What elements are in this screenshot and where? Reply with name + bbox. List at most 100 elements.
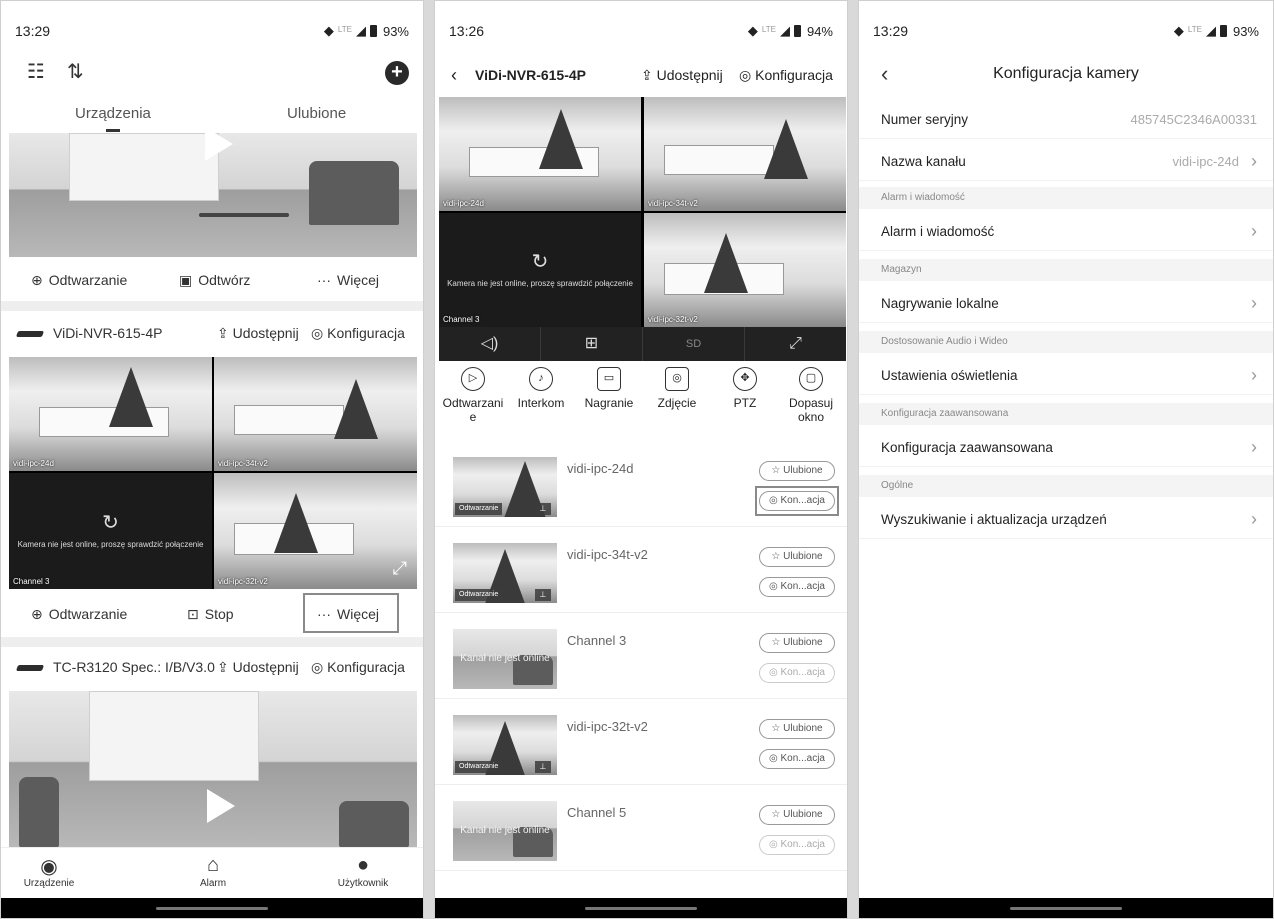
fn-fit-window[interactable]: ▢ Dopasuj okno (777, 367, 845, 424)
nav-user[interactable]: ● Użytkownik (323, 854, 403, 889)
playback-button[interactable]: ⊕ Odtwarzanie (31, 606, 127, 623)
fn-intercom[interactable]: ♪ Interkom (507, 367, 575, 410)
fn-playback[interactable]: ▷ Odtwarzani e (439, 367, 507, 424)
camera-actions: ⊕ Odtwarzanie ▣ Odtwórz ··· Więcej (1, 257, 423, 303)
camera-tile[interactable]: vidi-ipc-24d (9, 357, 212, 471)
play-icon[interactable] (207, 789, 235, 823)
device-update-row[interactable]: Wyszukiwanie i aktualizacja urządzeń › (859, 501, 1273, 539)
signal-icon: ◢ (355, 23, 366, 38)
function-bar: ▷ Odtwarzani e ♪ Interkom ▭ Nagranie ◎ Zdjęc… (435, 367, 847, 437)
section-header: Magazyn (859, 259, 1273, 281)
channel-thumbnail[interactable]: Kanał nie jest online (453, 801, 557, 861)
favorite-button[interactable]: ☆ Ulubione (759, 805, 835, 825)
page-title: Konfiguracja kamery (993, 65, 1139, 82)
device-icon: ◉ (40, 856, 58, 878)
config-button[interactable]: ◎ Konfiguracja (311, 659, 405, 676)
list-item[interactable]: Odtwarzanie ⊥ vidi-ipc-24d ☆ Ulubione ◎ … (435, 441, 847, 527)
system-nav-bar (859, 898, 1273, 918)
config-button[interactable]: ◎ Konfiguracja (311, 325, 405, 342)
share-button[interactable]: ⇪ Udostępnij (217, 659, 299, 676)
section-header: Ogólne (859, 475, 1273, 497)
fn-record[interactable]: ▭ Nagranie (575, 367, 643, 410)
channel-config-button[interactable]: ◎ Kon...acja (759, 749, 835, 769)
ptz-icon: ✥ (733, 367, 757, 391)
playback-button[interactable]: ⊕ Odtwarzanie (31, 272, 127, 289)
fn-ptz[interactable]: ✥ PTZ (711, 367, 779, 410)
camera-tile[interactable]: vidi-ipc-32t-v2 (644, 213, 846, 327)
more-icon: ··· (317, 272, 331, 288)
camera-tile-offline[interactable]: ↻ Kamera nie jest online, proszę sprawdz… (439, 213, 641, 327)
channel-config-button[interactable]: ◎ Kon...acja (759, 835, 835, 855)
back-icon[interactable]: ‹ (451, 65, 457, 86)
local-recording-row[interactable]: Nagrywanie lokalne › (859, 285, 1273, 323)
list-item[interactable]: Odtwarzanie ⊥ vidi-ipc-34t-v2 ☆ Ulubione… (435, 527, 847, 613)
channel-thumbnail[interactable]: Odtwarzanie ⊥ (453, 457, 557, 517)
playback-icon: ⊕ (31, 271, 43, 288)
camera-tile[interactable]: vidi-ipc-32t-v2 ⤢ (214, 473, 417, 589)
device-header: ViDi-NVR-615-4P ⇪ Udostępnij ◎ Konfigura… (1, 311, 423, 357)
fullscreen-icon[interactable]: ⤢ (393, 558, 407, 579)
nvr-icon (15, 331, 45, 337)
alarm-row[interactable]: Alarm i wiadomość › (859, 213, 1273, 251)
channel-name-row[interactable]: Nazwa kanału vidi-ipc-24d › (859, 143, 1273, 181)
camera-preview[interactable] (9, 691, 417, 847)
tab-favorites[interactable]: Ulubione (287, 105, 346, 122)
camera-tile[interactable]: vidi-ipc-24d (439, 97, 641, 211)
sort-icon[interactable]: ⇅ (67, 59, 84, 84)
page-title: ViDi-NVR-615-4P (475, 67, 587, 83)
nav-devices[interactable]: ◉ Urządzenie (9, 854, 89, 889)
fn-snapshot[interactable]: ◎ Zdjęcie (643, 367, 711, 410)
camera-tile[interactable]: vidi-ipc-34t-v2 (644, 97, 846, 211)
quality-button[interactable]: SD (643, 327, 745, 361)
channel-name: vidi-ipc-32t-v2 (567, 719, 648, 734)
channel-config-button[interactable]: ◎ Kon...acja (759, 663, 835, 683)
wifi-icon: ◆ (1173, 23, 1184, 38)
nav-alarm[interactable]: ⌂ Alarm (173, 854, 253, 889)
stop-button[interactable]: ⊡ Stop (187, 606, 234, 623)
fullscreen-icon[interactable]: ⤢ (745, 327, 846, 361)
volume-icon[interactable]: ◁) (439, 327, 541, 361)
favorite-button[interactable]: ☆ Ulubione (759, 633, 835, 653)
nvr-icon (15, 665, 45, 671)
favorite-button[interactable]: ☆ Ulubione (759, 461, 835, 481)
add-device-button[interactable]: + (385, 61, 409, 85)
share-button[interactable]: ⇪ Udostępnij (217, 325, 299, 342)
camera-tile-offline[interactable]: ↻ Kamera nie jest online, proszę sprawdz… (9, 473, 212, 589)
nvr-live-screen: 13:26 ◆ LTE ◢ 94% ‹ ViDi-NVR-615-4P ⇪ Ud… (434, 0, 848, 919)
play-icon[interactable] (205, 133, 233, 161)
device-list-screen: 13:29 ◆ LTE ◢ 93% ☷ ⇅ + Urządzenia Ulubi… (0, 0, 424, 919)
share-button[interactable]: ⇪ Udostępnij (641, 67, 723, 84)
refresh-icon[interactable]: ↻ (439, 249, 641, 274)
favorite-button[interactable]: ☆ Ulubione (759, 547, 835, 567)
microphone-icon: ♪ (529, 367, 553, 391)
camera-tile[interactable]: vidi-ipc-34t-v2 (214, 357, 417, 471)
fit-window-icon: ▢ (799, 367, 823, 391)
play-button[interactable]: ▣ Odtwórz (179, 272, 250, 289)
stop-icon: ⊡ (187, 605, 199, 622)
multi-view-grid[interactable]: vidi-ipc-24d vidi-ipc-34t-v2 ↻ Kamera ni… (439, 97, 846, 327)
favorite-button[interactable]: ☆ Ulubione (759, 719, 835, 739)
list-view-icon[interactable]: ☷ (27, 59, 45, 84)
channel-name-value: vidi-ipc-24d (1172, 154, 1239, 169)
refresh-icon[interactable]: ↻ (9, 510, 212, 535)
list-item[interactable]: Odtwarzanie ⊥ vidi-ipc-32t-v2 ☆ Ulubione… (435, 699, 847, 785)
multi-view-grid[interactable]: vidi-ipc-24d vidi-ipc-34t-v2 ↻ Kamera ni… (9, 357, 417, 589)
list-item[interactable]: Kanał nie jest online Channel 5 ☆ Ulubio… (435, 785, 847, 871)
advanced-config-row[interactable]: Konfiguracja zaawansowana › (859, 429, 1273, 467)
grid-layout-icon[interactable]: ⊞ (541, 327, 643, 361)
tab-devices[interactable]: Urządzenia (75, 105, 151, 122)
chevron-right-icon: › (1251, 293, 1257, 313)
signal-icon: ◢ (1205, 23, 1216, 38)
channel-thumbnail[interactable]: Odtwarzanie ⊥ (453, 715, 557, 775)
list-item[interactable]: Kanał nie jest online Channel 3 ☆ Ulubio… (435, 613, 847, 699)
config-button[interactable]: ◎ Konfiguracja (739, 67, 833, 84)
camera-preview[interactable] (9, 133, 417, 257)
camera-icon: ◎ (665, 367, 689, 391)
more-button[interactable]: ··· Więcej (317, 272, 379, 288)
status-time: 13:29 (15, 23, 51, 39)
playback-icon: ▷ (461, 367, 485, 391)
channel-thumbnail[interactable]: Odtwarzanie ⊥ (453, 543, 557, 603)
lighting-row[interactable]: Ustawienia oświetlenia › (859, 357, 1273, 395)
channel-thumbnail[interactable]: Kanał nie jest online (453, 629, 557, 689)
channel-config-button[interactable]: ◎ Kon...acja (759, 577, 835, 597)
